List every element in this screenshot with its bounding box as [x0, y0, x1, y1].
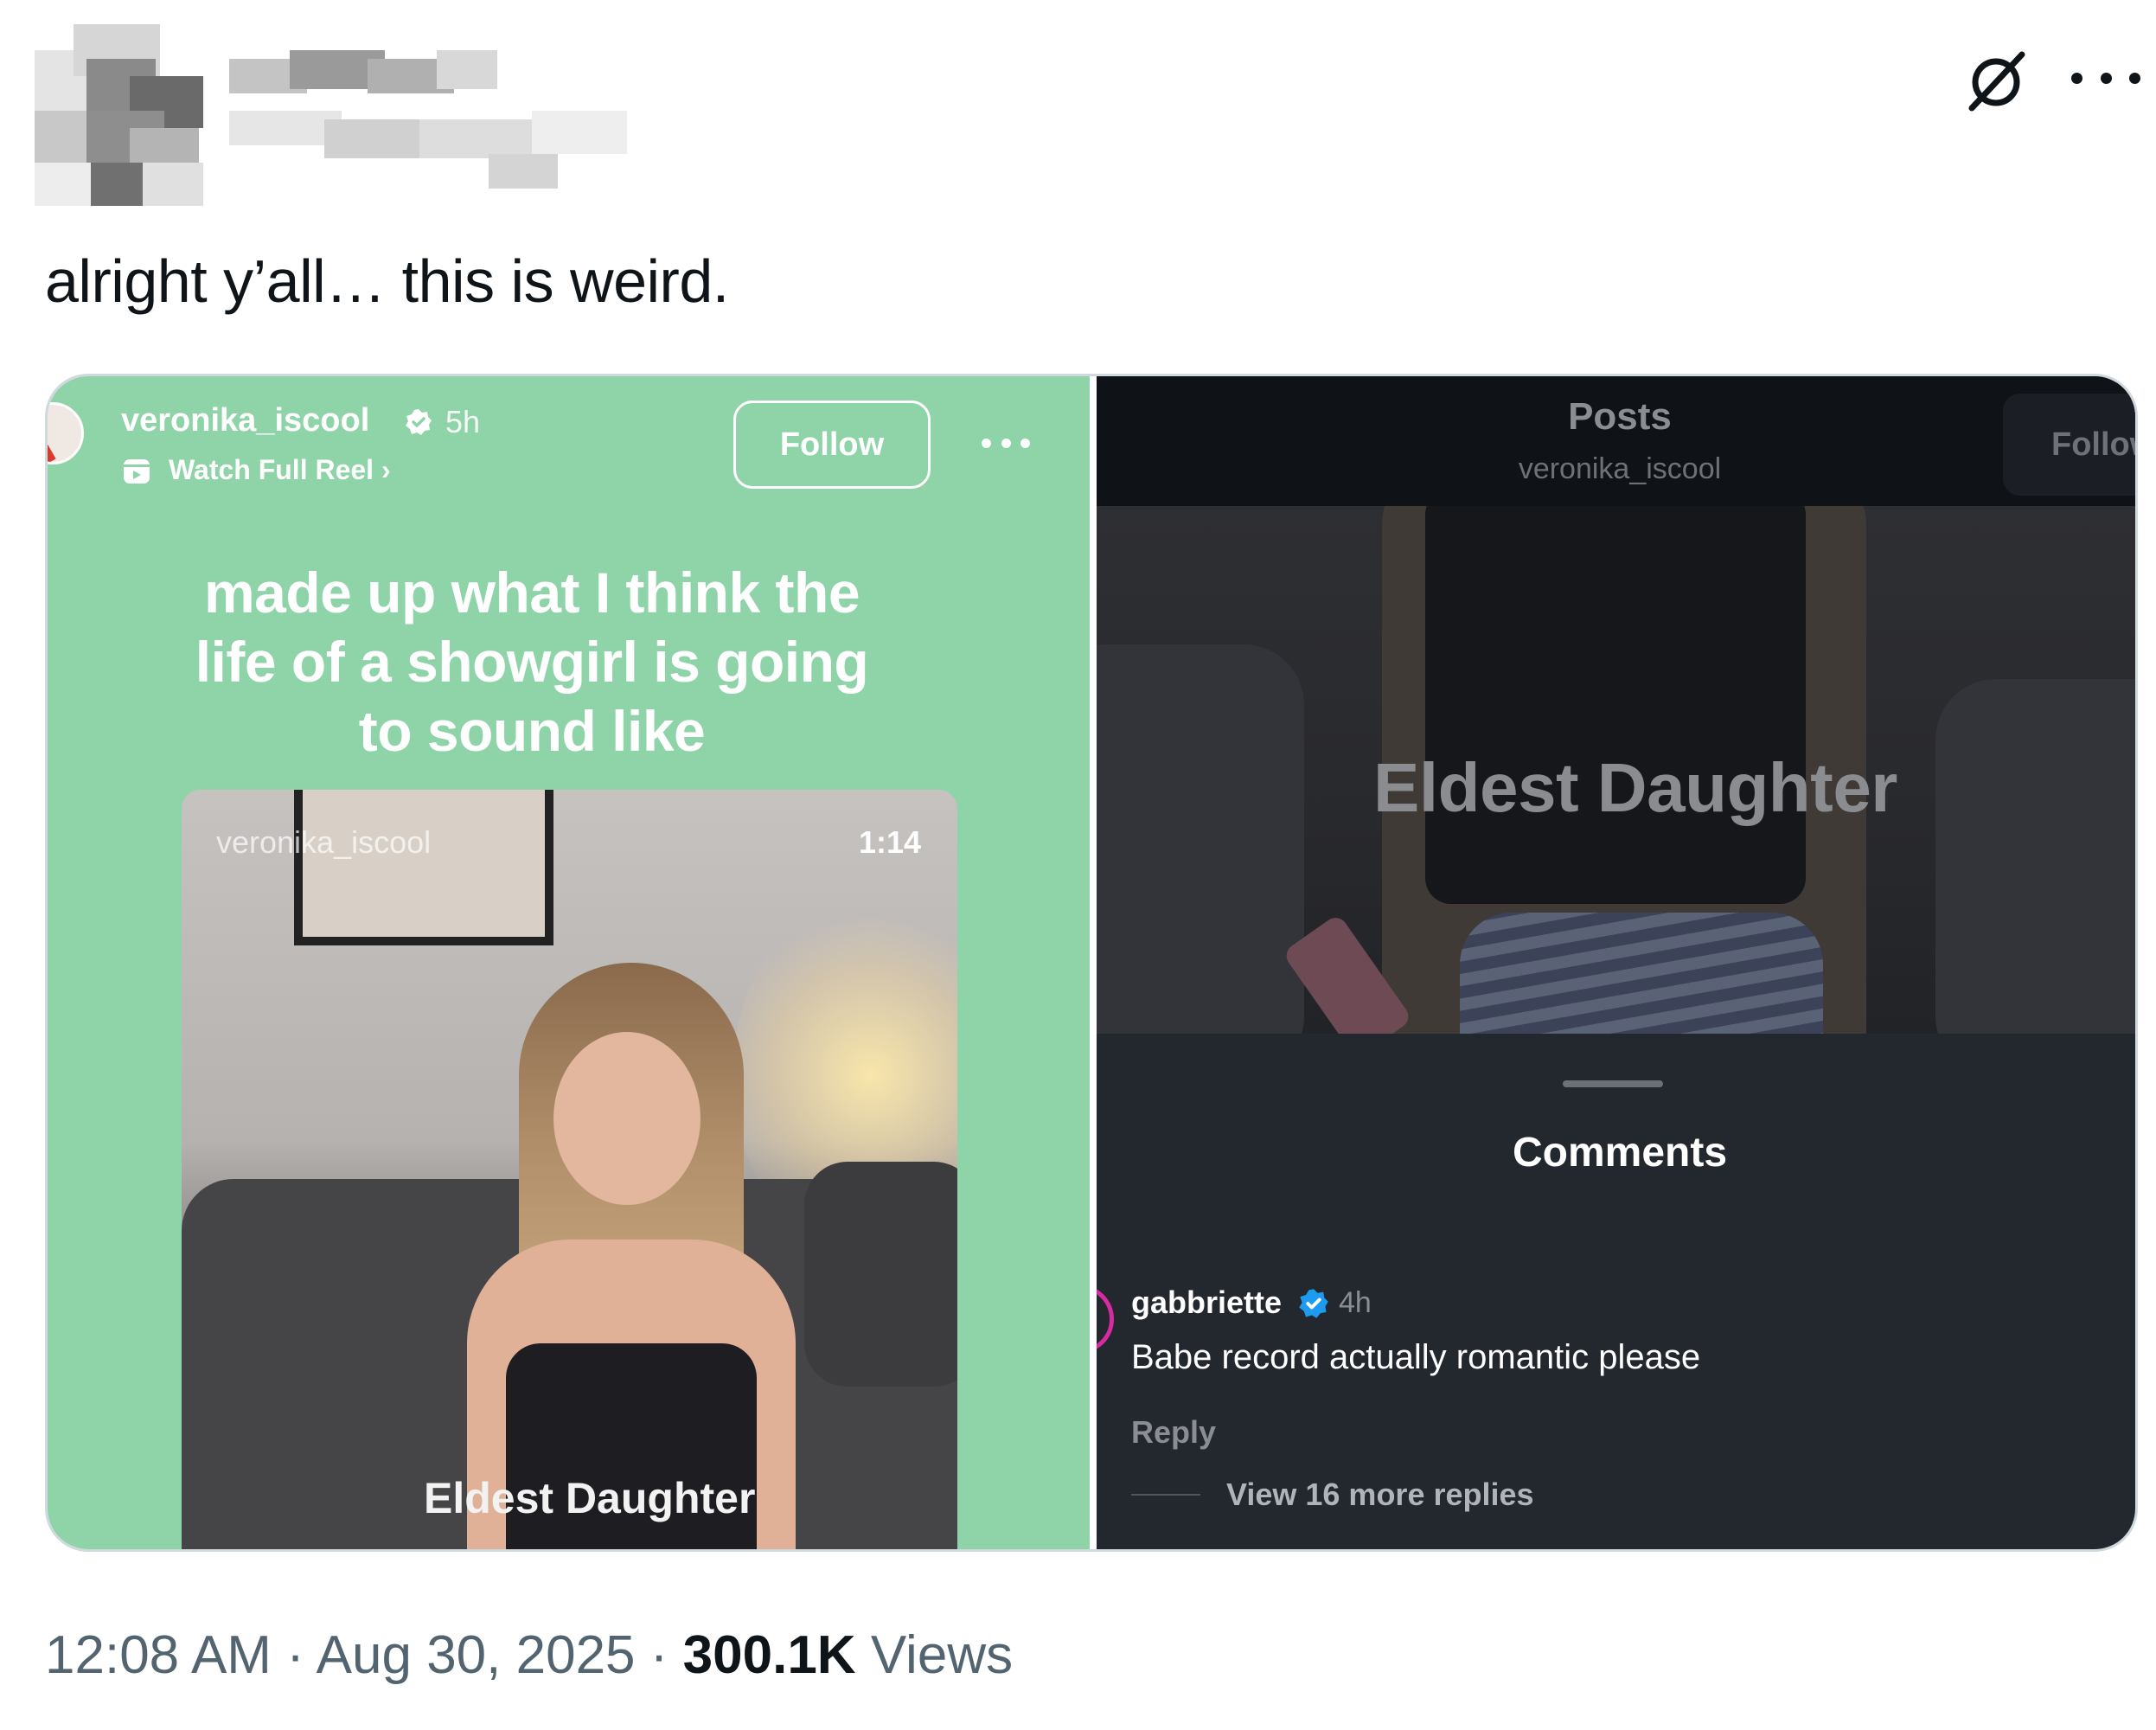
video-overlay-text: Eldest Daughter [424, 1474, 756, 1522]
meta-separator: · [271, 1625, 317, 1685]
tweet-meta: 12:08 AM · Aug 30, 2025 · 300.1K Views [45, 1624, 1013, 1686]
comment-username[interactable]: gabbriette [1131, 1285, 1282, 1321]
meta-separator: · [635, 1625, 683, 1685]
posts-title: Posts [1568, 395, 1672, 438]
comment-text: Babe record actually romantic please [1131, 1338, 1701, 1376]
tweet-time[interactable]: 12:08 AM [45, 1625, 272, 1685]
ig-username[interactable]: veronika_iscool [121, 402, 369, 439]
tweet-date[interactable]: Aug 30, 2025 [317, 1625, 636, 1685]
views-count[interactable]: 300.1K [683, 1625, 856, 1685]
story-more-icon[interactable] [982, 439, 1030, 451]
ig-time: 5h [445, 404, 481, 439]
video-duration: 1:14 [858, 824, 921, 860]
comment-avatar[interactable] [1097, 1285, 1114, 1354]
sofa-right [1935, 679, 2135, 1034]
follow-button[interactable]: Follow [733, 400, 931, 489]
posts-username: veronika_iscool [1518, 452, 1722, 485]
person-top [1425, 506, 1806, 904]
story-caption: made up what I think the life of a showg… [195, 561, 869, 763]
video-overlay-text: Eldest Daughter [1373, 749, 1897, 826]
reel-video[interactable]: veronika_iscool 1:14 Eldest Daughter [182, 790, 957, 1549]
more-options-icon[interactable] [2071, 61, 2140, 95]
sheet-drag-handle[interactable] [1563, 1080, 1663, 1087]
reply-button[interactable]: Reply [1131, 1414, 1216, 1451]
grok-icon[interactable] [1961, 48, 2031, 117]
verified-badge-icon [404, 407, 433, 437]
blurred-display-name[interactable] [229, 24, 627, 189]
sofa-left [1097, 644, 1304, 1034]
post-video-dimmed[interactable]: Eldest Daughter [1097, 506, 2135, 1034]
wall-picture-frame [294, 790, 553, 945]
views-label: Views [870, 1625, 1014, 1685]
watch-full-reel-link[interactable]: Watch Full Reel › [169, 454, 391, 486]
media-image-left[interactable]: veronika_iscool 5h Watch Full Reel › Fol… [48, 376, 1090, 1549]
follow-button-dark[interactable]: Follow [2003, 394, 2135, 496]
media-image-right[interactable]: Posts veronika_iscool Follow Eldest Daug… [1097, 376, 2135, 1549]
replies-divider [1131, 1494, 1200, 1496]
tweet-text: alright y’all… this is weird. [45, 247, 729, 315]
comments-title: Comments [1512, 1130, 1728, 1176]
video-username: veronika_iscool [216, 824, 432, 860]
ig-avatar[interactable] [48, 402, 84, 465]
person-face [553, 1032, 701, 1205]
blurred-avatar[interactable] [35, 24, 203, 215]
reel-icon [121, 456, 152, 487]
comment-time: 4h [1339, 1286, 1372, 1319]
view-more-replies-button[interactable]: View 16 more replies [1226, 1477, 1534, 1513]
sofa-arm [804, 1162, 957, 1387]
striped-pants [1460, 913, 1823, 1034]
tweet-media[interactable]: veronika_iscool 5h Watch Full Reel › Fol… [45, 374, 2138, 1552]
verified-badge-icon [1297, 1287, 1330, 1320]
